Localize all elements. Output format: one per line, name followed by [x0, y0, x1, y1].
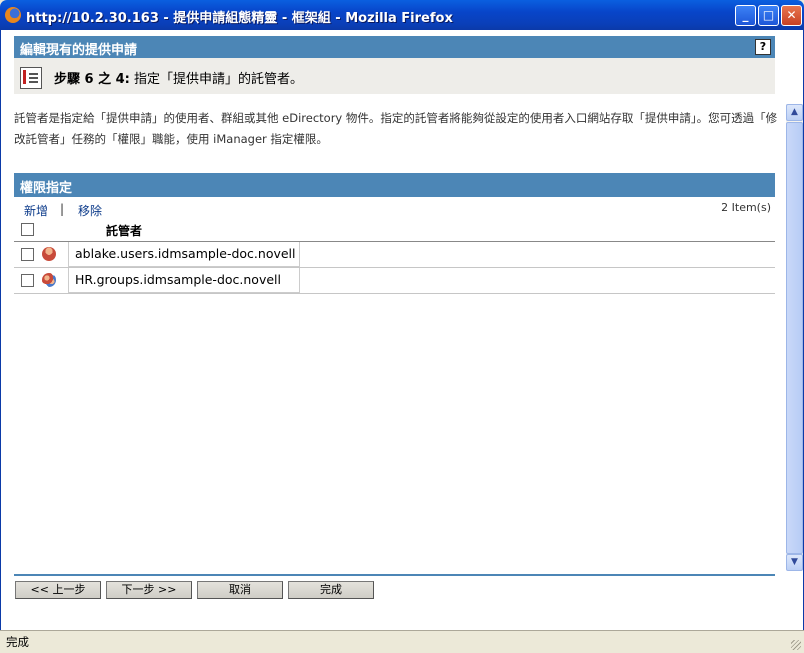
- minimize-button[interactable]: _: [735, 5, 756, 26]
- column-header-trustee: 託管者: [106, 224, 143, 238]
- scroll-down-icon[interactable]: ▼: [786, 554, 803, 571]
- page-title: 編輯現有的提供申請: [20, 43, 138, 58]
- user-icon: [42, 247, 56, 261]
- maximize-button[interactable]: □: [758, 5, 779, 26]
- wizard-step-icon: [20, 67, 42, 89]
- status-text: 完成: [6, 635, 29, 649]
- cancel-button[interactable]: 取消: [197, 581, 283, 599]
- step-instruction: 指定「提供申請」的託管者。: [134, 72, 304, 87]
- vertical-scrollbar[interactable]: ▲ ▼: [786, 104, 803, 571]
- item-count: 2 Item(s): [721, 201, 771, 214]
- window-title: http://10.2.30.163 - 提供申請組態精靈 - 框架組 - Mo…: [26, 11, 453, 26]
- resize-grip-icon[interactable]: [791, 640, 801, 650]
- table-row: ablake.users.idmsample-doc.novell: [14, 242, 775, 268]
- permissions-table: 新增 | 移除 2 Item(s) 託管者 ablake.users.idmsa…: [14, 197, 775, 294]
- row-checkbox[interactable]: [21, 248, 34, 261]
- row-checkbox[interactable]: [21, 274, 34, 287]
- help-icon[interactable]: ?: [755, 39, 771, 55]
- window-titlebar: http://10.2.30.163 - 提供申請組態精靈 - 框架組 - Mo…: [0, 0, 804, 30]
- trustee-cell: HR.groups.idmsample-doc.novell: [68, 268, 300, 292]
- trustee-name: HR.groups.idmsample-doc.novell: [75, 272, 281, 287]
- trustee-name: ablake.users.idmsample-doc.novell: [75, 246, 296, 261]
- trustee-cell: ablake.users.idmsample-doc.novell: [68, 242, 300, 266]
- link-separator: |: [60, 202, 65, 216]
- table-header: 託管者: [14, 219, 775, 242]
- close-button[interactable]: ✕: [781, 5, 802, 26]
- step-banner: 步驟 6 之 4: 指定「提供申請」的託管者。: [14, 58, 775, 94]
- finish-button[interactable]: 完成: [288, 581, 374, 599]
- footer-divider: [14, 574, 775, 576]
- firefox-icon: [5, 7, 21, 23]
- scroll-thumb[interactable]: [786, 122, 803, 554]
- step-indicator: 步驟 6 之 4: 指定「提供申請」的託管者。: [54, 68, 303, 87]
- group-icon: [42, 273, 56, 287]
- section-title: 權限指定: [20, 181, 73, 196]
- step-number: 步驟 6 之 4:: [54, 72, 130, 87]
- permissions-section-header: 權限指定: [14, 173, 775, 197]
- description-text: 託管者是指定給「提供申請」的使用者、群組或其他 eDirectory 物件。指定…: [14, 111, 778, 146]
- scroll-up-icon[interactable]: ▲: [786, 104, 803, 121]
- prev-button[interactable]: << 上一步: [15, 581, 101, 599]
- next-button[interactable]: 下一步 >>: [106, 581, 192, 599]
- status-bar: 完成: [0, 630, 804, 653]
- add-link[interactable]: 新增: [24, 202, 48, 219]
- page-header: 編輯現有的提供申請 ?: [14, 36, 775, 58]
- select-all-checkbox[interactable]: [21, 223, 34, 236]
- table-row: HR.groups.idmsample-doc.novell: [14, 268, 775, 294]
- remove-link[interactable]: 移除: [78, 202, 102, 219]
